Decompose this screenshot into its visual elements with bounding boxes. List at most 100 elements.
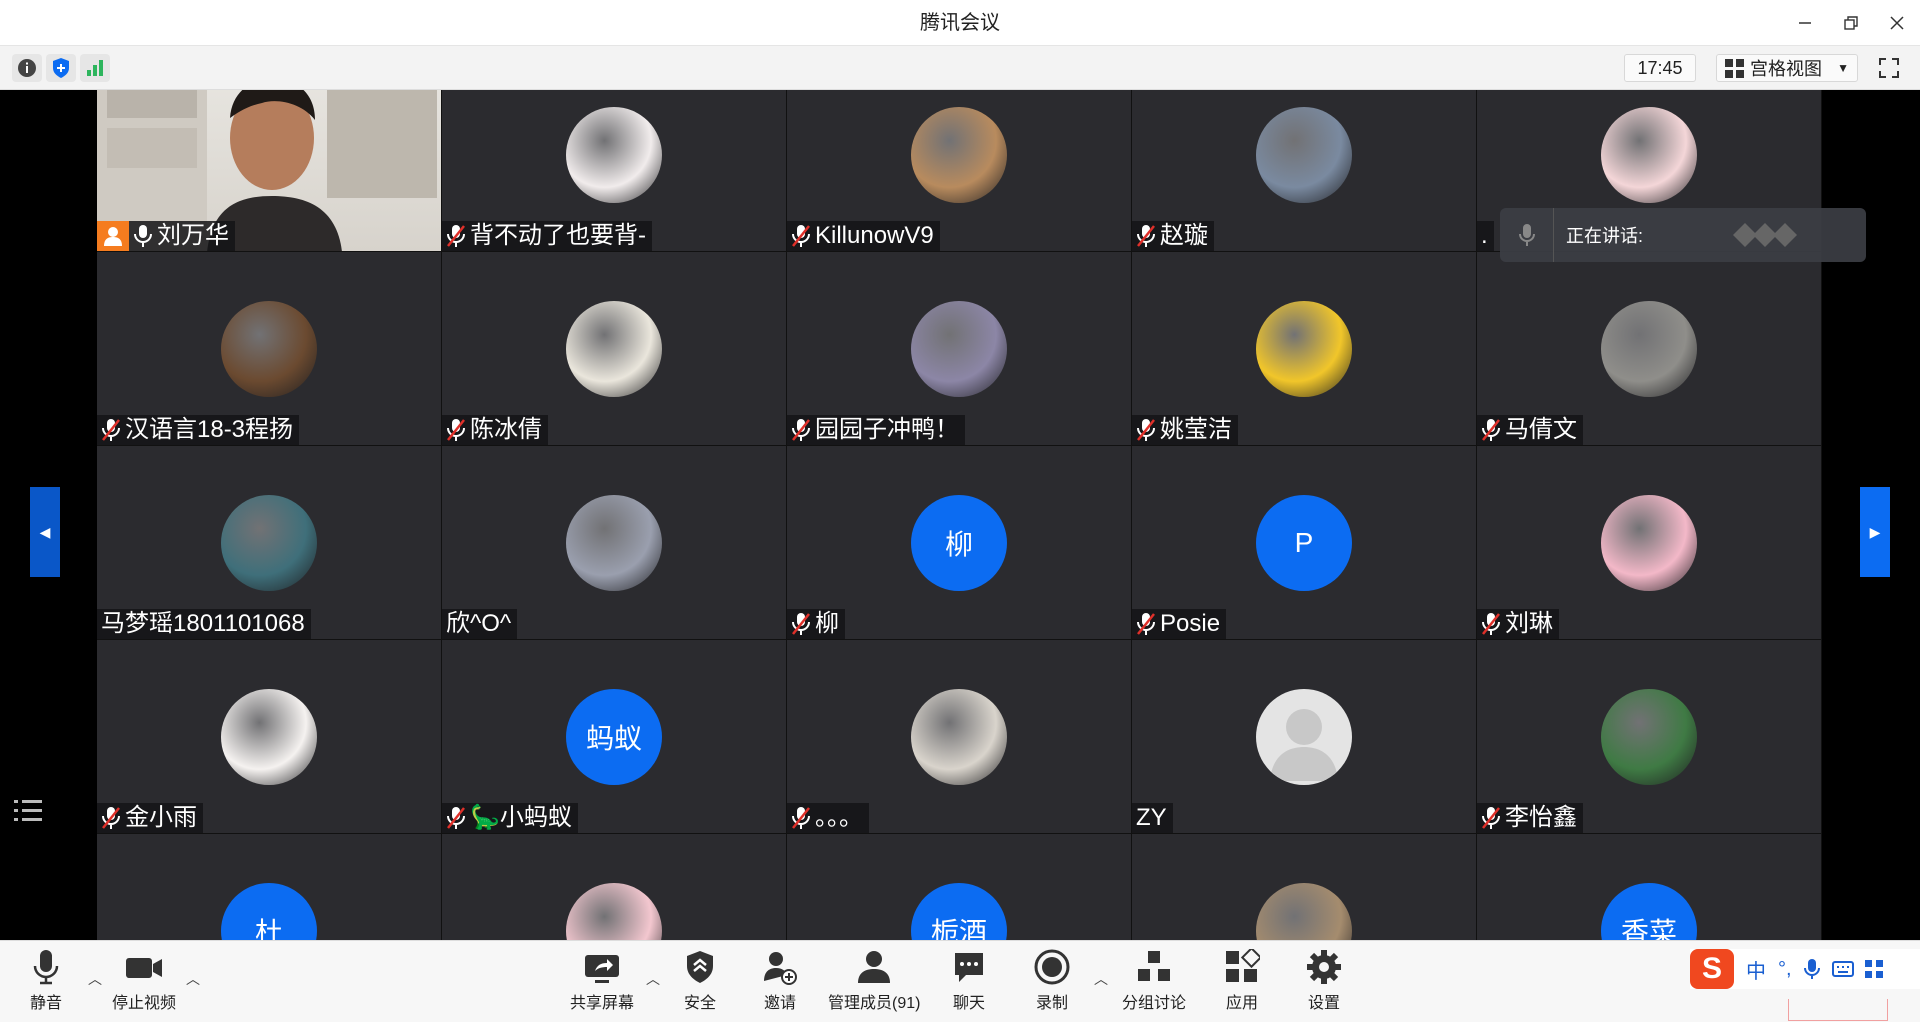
security-shield-icon — [687, 951, 713, 983]
participant-tile[interactable]: 刘万华 — [97, 90, 442, 252]
view-mode-dropdown[interactable]: 宫格视图 ▼ — [1716, 54, 1858, 82]
ime-apps-icon[interactable] — [1864, 959, 1884, 979]
participant-name: KillunowV9 — [815, 222, 934, 249]
mic-muted-icon — [1137, 419, 1155, 441]
record-options-chevron[interactable]: ︿ — [1094, 969, 1108, 989]
mic-muted-icon — [1482, 613, 1500, 635]
participant-tile[interactable]: 金小雨 — [97, 640, 442, 834]
stop-video-label: 停止视频 — [112, 995, 177, 1012]
participant-tile[interactable]: 栀酒 — [787, 834, 1132, 940]
mic-muted-icon — [1482, 807, 1500, 829]
mute-button[interactable]: 静音 — [30, 949, 62, 1013]
participant-tile[interactable]: P Posie — [1132, 446, 1477, 640]
participant-tile[interactable]: 赵璇 — [1132, 90, 1477, 252]
stop-video-button[interactable]: 停止视频 — [112, 949, 176, 1013]
participant-avatar — [1601, 688, 1697, 785]
participant-tile[interactable]: 马倩文 — [1477, 252, 1822, 446]
participant-name: 柳 — [815, 610, 839, 637]
participant-tile[interactable]: ZY — [1132, 640, 1477, 834]
participant-tile[interactable]: 姚莹洁 — [1132, 252, 1477, 446]
speaker-avatar-blurred — [1733, 223, 1798, 247]
chat-bubble-icon — [955, 953, 983, 982]
meeting-info-button[interactable] — [12, 54, 42, 82]
security-button[interactable]: 安全 — [684, 949, 716, 1013]
speaking-label: 正在讲话: — [1566, 226, 1644, 246]
mic-muted-icon — [102, 807, 120, 829]
grid-view-icon — [1725, 58, 1744, 78]
ime-toolbar[interactable]: S 中 °, — [1690, 949, 1920, 989]
participant-name: Posie — [1160, 610, 1221, 637]
sogou-logo-icon: S — [1690, 949, 1734, 989]
default-avatar-icon — [1270, 708, 1338, 781]
apps-icon — [1226, 949, 1260, 982]
participant-avatar — [911, 106, 1007, 203]
ime-mic-icon[interactable] — [1803, 958, 1820, 980]
mic-muted-icon — [1137, 225, 1155, 247]
mic-muted-icon — [1137, 613, 1155, 635]
avatar-initial: P — [1294, 526, 1314, 558]
participant-avatar — [911, 300, 1007, 397]
mic-muted-icon — [447, 225, 465, 247]
restore-button[interactable] — [1828, 0, 1874, 46]
participant-tile[interactable]: 陈冰倩 — [442, 252, 787, 446]
chevron-left-icon: ◀ — [39, 523, 51, 540]
video-options-chevron[interactable]: ︿ — [186, 969, 200, 989]
share-options-chevron[interactable]: ︿ — [646, 969, 660, 989]
chat-button[interactable]: 聊天 — [952, 949, 986, 1013]
participant-tile[interactable]: 。。。 — [787, 640, 1132, 834]
close-button[interactable] — [1874, 0, 1920, 46]
participant-tile[interactable]: 柳柳 — [787, 446, 1132, 640]
participant-tile[interactable] — [1132, 834, 1477, 940]
participant-tile[interactable]: 杜 — [97, 834, 442, 940]
mic-muted-icon — [447, 807, 465, 829]
avatar-initial: 柳 — [944, 528, 973, 560]
participant-nametag: 背不动了也要背- — [442, 221, 652, 251]
security-shield-button[interactable] — [46, 54, 76, 82]
participant-tile[interactable]: 刘琳 — [1477, 446, 1822, 640]
participant-tile[interactable]: 香菜 — [1477, 834, 1822, 940]
apps-button[interactable]: 应用 — [1224, 949, 1260, 1013]
fullscreen-icon — [1879, 58, 1899, 78]
minimize-button[interactable] — [1782, 0, 1828, 46]
share-screen-button[interactable]: 共享屏幕 — [570, 949, 634, 1013]
participant-avatar: 栀酒 — [911, 882, 1007, 940]
participant-avatar — [566, 882, 662, 940]
participant-tile[interactable]: 汉语言18-3程扬 — [97, 252, 442, 446]
keyboard-icon[interactable] — [1831, 960, 1854, 978]
punctuation-icon[interactable]: °, — [1778, 958, 1792, 981]
settings-label: 设置 — [1307, 995, 1340, 1012]
participant-avatar — [1256, 300, 1352, 397]
participant-tile[interactable]: 李怡鑫 — [1477, 640, 1822, 834]
gear-icon — [1307, 950, 1341, 984]
participant-tile[interactable] — [442, 834, 787, 940]
audio-options-chevron[interactable]: ︿ — [88, 969, 102, 989]
participant-avatar — [221, 494, 317, 591]
manage-members-button[interactable]: 管理成员(91) — [828, 949, 920, 1013]
fullscreen-button[interactable] — [1874, 54, 1904, 82]
chevron-right-icon: ▶ — [1869, 523, 1881, 540]
mic-muted-icon — [1482, 419, 1500, 441]
participant-nametag: 刘琳 — [1477, 609, 1559, 639]
participant-nametag: ZY — [1132, 803, 1173, 833]
breakout-rooms-button[interactable]: 分组讨论 — [1122, 949, 1186, 1013]
participant-tile[interactable]: 欣^O^ — [442, 446, 787, 640]
participant-tile[interactable]: 蚂蚁 🦕小蚂蚁 — [442, 640, 787, 834]
participant-tile[interactable]: 背不动了也要背- — [442, 90, 787, 252]
participant-avatar — [566, 106, 662, 203]
window-title: 腾讯会议 — [920, 12, 1000, 34]
prev-page-button[interactable]: ◀ — [30, 487, 60, 577]
participant-tile[interactable]: KillunowV9 — [787, 90, 1132, 252]
participant-tile[interactable]: 园园子冲鸭！ — [787, 252, 1132, 446]
participant-avatar: 柳 — [911, 494, 1007, 591]
participant-tile[interactable]: 马梦瑶1801101068 — [97, 446, 442, 640]
manage-members-label: 管理成员(91) — [828, 995, 921, 1012]
invite-button[interactable]: 邀请 — [762, 949, 798, 1013]
ime-language[interactable]: 中 — [1746, 955, 1766, 984]
member-list-icon[interactable] — [14, 798, 42, 824]
network-signal-button[interactable] — [80, 54, 110, 82]
record-button[interactable]: 录制 — [1034, 949, 1070, 1013]
settings-button[interactable]: 设置 — [1306, 949, 1342, 1013]
participant-name: 刘琳 — [1505, 610, 1553, 637]
mic-icon — [134, 225, 152, 247]
next-page-button[interactable]: ▶ — [1860, 487, 1890, 577]
